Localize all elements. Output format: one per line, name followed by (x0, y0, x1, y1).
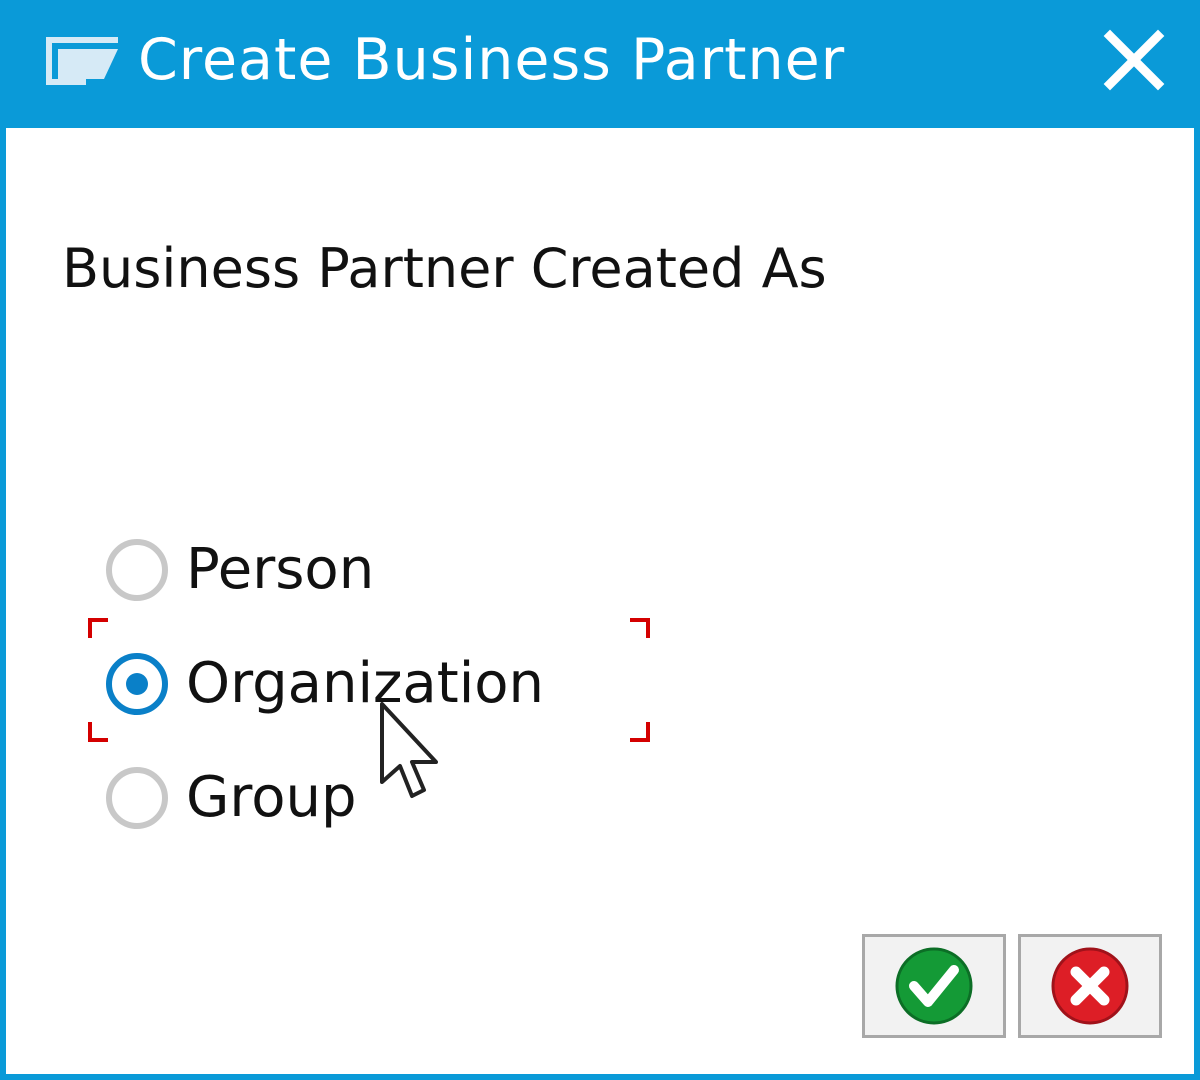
radio-label-organization: Organization (186, 651, 545, 716)
radio-person[interactable]: Person (106, 534, 374, 606)
radio-group[interactable]: Group (106, 762, 357, 834)
confirm-button[interactable] (862, 934, 1006, 1038)
radio-group-label: Business Partner Created As (62, 237, 827, 300)
red-x-icon (1051, 947, 1129, 1025)
radio-label-person: Person (186, 537, 375, 602)
window-icon (42, 33, 122, 89)
create-business-partner-dialog: Create Business Partner Business Partner… (0, 0, 1200, 1080)
cancel-button[interactable] (1018, 934, 1162, 1038)
radio-button-group[interactable] (106, 767, 168, 829)
radio-button-organization[interactable] (106, 653, 168, 715)
close-icon (1103, 29, 1165, 91)
title-bar: Create Business Partner (6, 0, 1200, 128)
green-checkmark-icon (895, 947, 973, 1025)
radio-button-person[interactable] (106, 539, 168, 601)
radio-organization[interactable]: Organization (106, 648, 544, 720)
window-title: Create Business Partner (138, 27, 846, 93)
close-button[interactable] (1096, 22, 1172, 98)
radio-label-group: Group (186, 765, 357, 830)
